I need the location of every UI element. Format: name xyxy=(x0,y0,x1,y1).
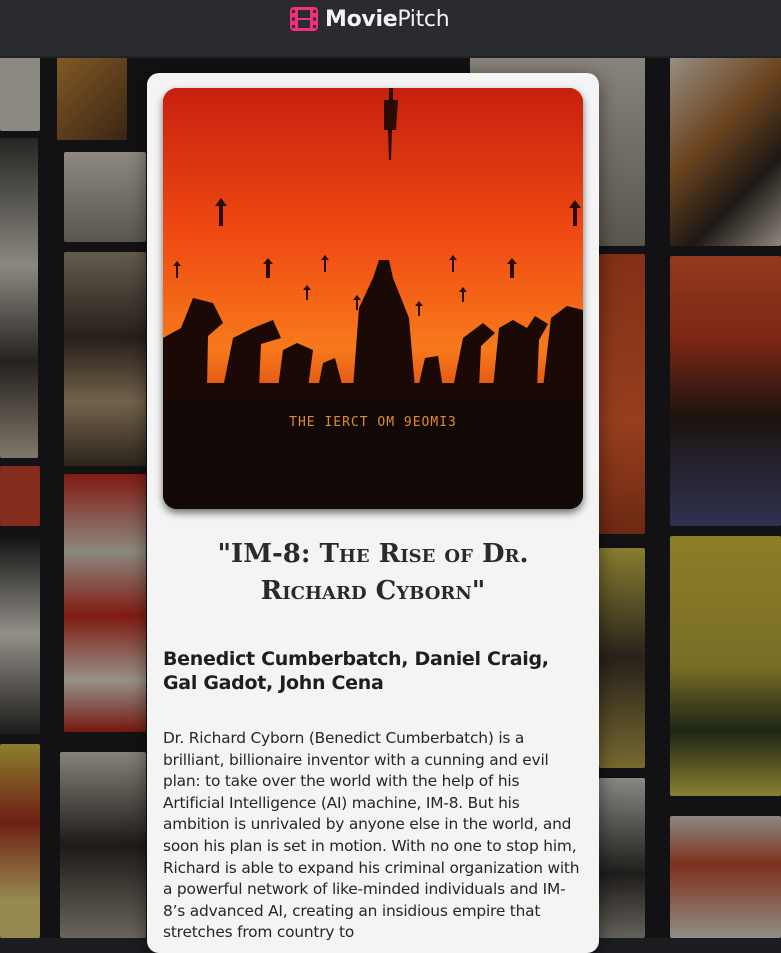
brand-name-regular: Pitch xyxy=(397,6,450,32)
film-strip-icon xyxy=(290,7,318,31)
brand-logo[interactable]: MoviePitch xyxy=(289,5,450,33)
movie-poster-image: THE IERCT OM 9EOMI3 xyxy=(163,88,583,509)
poster-caption-text: THE IERCT OM 9EOMI3 xyxy=(289,415,457,430)
brand-name-bold: Movie xyxy=(325,6,398,32)
brand-name: MoviePitch xyxy=(325,6,450,32)
movie-title: "IM-8: The Rise of Dr. Richard Cyborn" xyxy=(217,539,529,606)
movie-synopsis: Dr. Richard Cyborn (Benedict Cumberbatch… xyxy=(163,729,580,942)
movie-pitch-card: THE IERCT OM 9EOMI3 "IM-8: The Rise of D… xyxy=(147,73,599,953)
cast-list: Benedict Cumberbatch, Daniel Craig, Gal … xyxy=(163,648,549,694)
top-bar: MoviePitch xyxy=(0,0,781,56)
